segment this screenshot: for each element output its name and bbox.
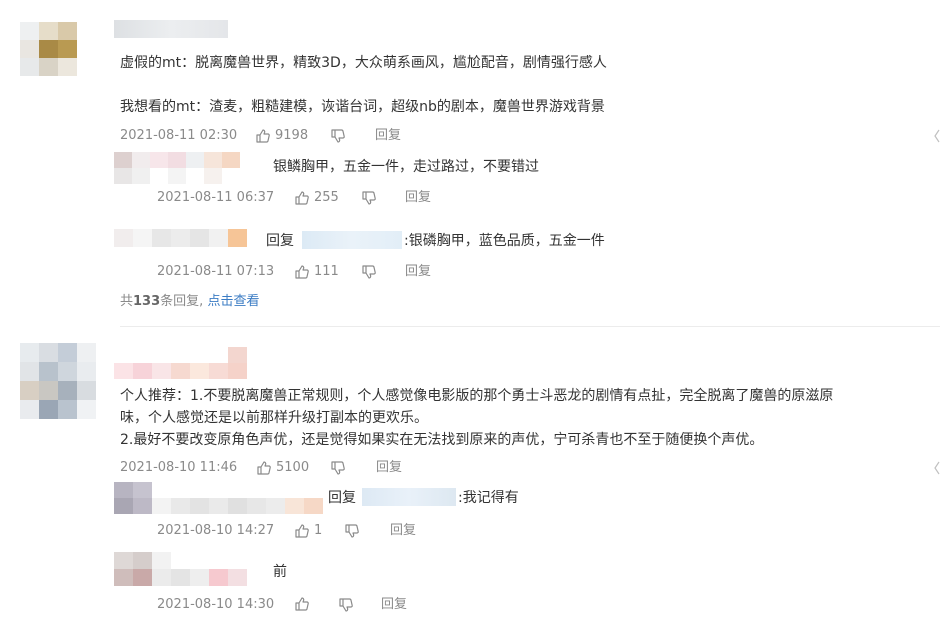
like-count: 255 <box>314 190 339 205</box>
comment-body-line: 2.最好不要改变原角色声优，还是觉得如果实在无法找到原来的声优，宁可杀青也不至于… <box>120 432 764 448</box>
like-count: 1 <box>314 523 323 538</box>
view-replies-link[interactable]: 点击查看 <box>207 294 259 309</box>
reply-text: 前 <box>273 564 287 580</box>
comment-body-line: 虚假的mt：脱离魔兽世界，精致3D，大众萌系画风，尴尬配音，剧情强行感人 <box>120 55 607 71</box>
reply-button[interactable]: 回复 <box>390 522 416 540</box>
thumbs-down-icon <box>361 264 377 280</box>
dislike-button[interactable] <box>361 264 377 280</box>
like-button[interactable]: 255 <box>294 189 339 207</box>
comment-body-line: 个人推荐：1.不要脱离魔兽正常规则，个人感觉像电影版的那个勇士斗恶龙的剧情有点扯… <box>120 388 834 404</box>
reply-time: 2021-08-10 14:30 <box>157 597 275 612</box>
dislike-button[interactable] <box>330 128 346 144</box>
thumbs-up-icon <box>294 596 310 612</box>
thumbs-up-icon <box>256 460 272 476</box>
username-blurred[interactable] <box>114 347 247 379</box>
reply-avatar-blurred[interactable] <box>114 229 247 247</box>
more-options-icon[interactable] <box>934 128 940 144</box>
thumbs-up-icon <box>294 190 310 206</box>
thumbs-down-icon <box>361 190 377 206</box>
like-button[interactable]: 1 <box>294 522 322 540</box>
thumbs-up-icon <box>294 264 310 280</box>
more-options-icon[interactable] <box>934 460 940 476</box>
comment-body-line: 味，个人感觉还是以前那样升级打副本的更欢乐。 <box>120 410 428 426</box>
reply-to-label: 回复 <box>328 490 356 506</box>
username-blurred[interactable] <box>114 20 228 38</box>
like-button[interactable]: 9198 <box>255 127 308 145</box>
dislike-button[interactable] <box>361 190 377 206</box>
thumbs-down-icon <box>330 128 346 144</box>
dislike-button[interactable] <box>344 523 360 539</box>
reply-to-label: 回复 <box>266 233 294 249</box>
reply-time: 2021-08-11 07:13 <box>157 264 275 279</box>
more-replies: 共133条回复, 点击查看 <box>120 294 260 309</box>
reply-text: :我记得有 <box>458 490 519 506</box>
dislike-button[interactable] <box>338 597 354 613</box>
reply-button[interactable]: 回复 <box>405 189 431 207</box>
thumbs-down-icon <box>338 597 354 613</box>
reply-text: 银鳞胸甲，五金一件，走过路过，不要错过 <box>273 159 539 175</box>
reply-avatar-blurred[interactable] <box>114 152 258 184</box>
avatar[interactable] <box>20 22 77 76</box>
thumbs-down-icon <box>344 523 360 539</box>
reply-button[interactable]: 回复 <box>381 596 407 614</box>
like-button[interactable]: 111 <box>294 263 339 281</box>
comment-divider <box>120 326 940 327</box>
reply-time: 2021-08-11 06:37 <box>157 190 275 205</box>
mentioned-user-blurred[interactable] <box>362 488 456 506</box>
like-count: 5100 <box>276 460 310 475</box>
like-button[interactable] <box>294 596 310 612</box>
like-button[interactable]: 5100 <box>256 459 309 477</box>
reply-count: 133 <box>133 294 161 309</box>
reply-button[interactable]: 回复 <box>405 263 431 281</box>
like-count: 9198 <box>275 128 309 143</box>
like-count: 111 <box>314 264 339 279</box>
comment-time: 2021-08-10 11:46 <box>120 460 238 475</box>
thumbs-up-icon <box>294 523 310 539</box>
avatar[interactable] <box>20 343 96 419</box>
comment-time: 2021-08-11 02:30 <box>120 128 238 143</box>
reply-avatar-blurred[interactable] <box>114 482 323 514</box>
thumbs-down-icon <box>330 460 346 476</box>
mentioned-user-blurred[interactable] <box>302 231 402 249</box>
reply-time: 2021-08-10 14:27 <box>157 523 275 538</box>
reply-avatar-blurred[interactable] <box>114 552 266 586</box>
dislike-button[interactable] <box>330 460 346 476</box>
comment-body-line: 我想看的mt：渣麦，粗糙建模，诙谐台词，超级nb的剧本，魔兽世界游戏背景 <box>120 99 605 115</box>
reply-button[interactable]: 回复 <box>376 459 402 477</box>
reply-button[interactable]: 回复 <box>375 127 401 145</box>
thumbs-up-icon <box>255 128 271 144</box>
reply-text: :银磷胸甲，蓝色品质，五金一件 <box>404 233 605 249</box>
